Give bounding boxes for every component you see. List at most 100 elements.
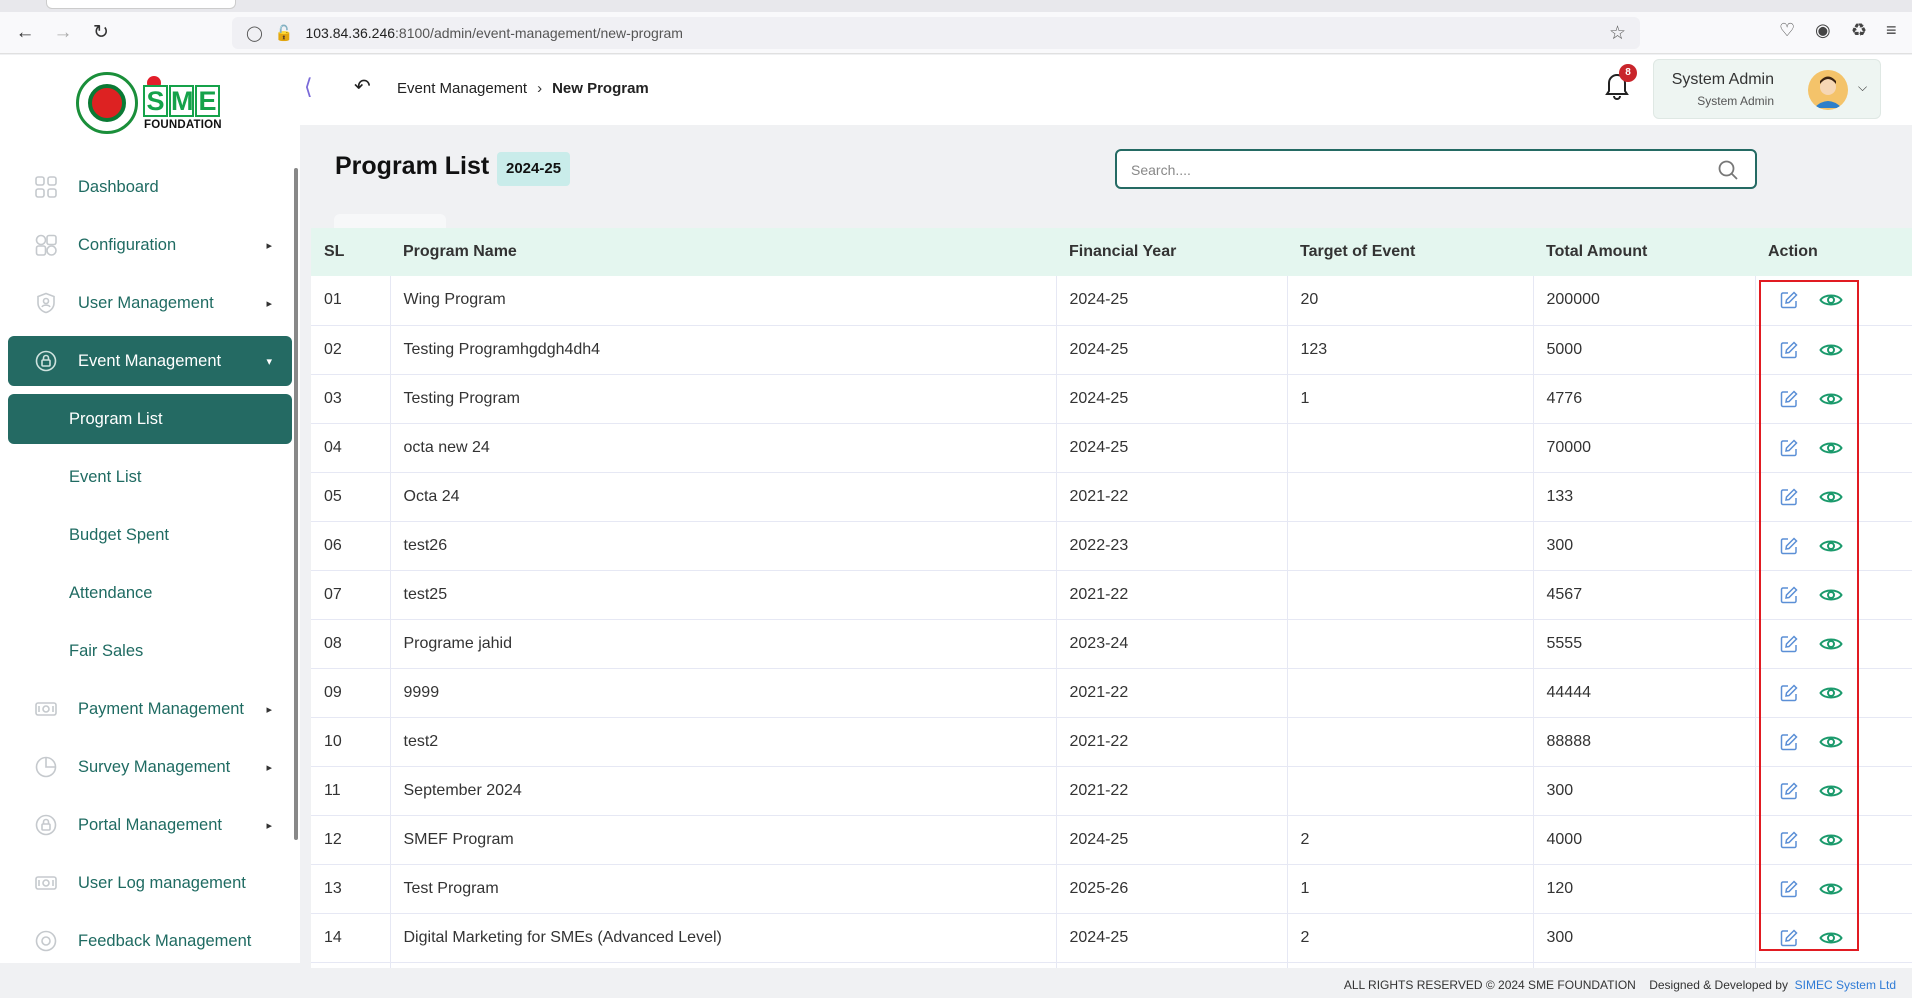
- edit-icon[interactable]: [1777, 436, 1801, 460]
- sidebar-item-feedback-management[interactable]: Feedback Management: [8, 916, 292, 966]
- bookmark-star-icon[interactable]: ☆: [1609, 22, 1626, 45]
- account-icon[interactable]: ◉: [1815, 20, 1831, 41]
- view-eye-icon[interactable]: [1818, 926, 1843, 950]
- reload-icon[interactable]: ↻: [82, 14, 120, 52]
- view-eye-icon[interactable]: [1818, 436, 1843, 460]
- table-row: 08 Programe jahid 2023-24 5555: [311, 619, 1912, 668]
- footer-rights: ALL RIGHTS RESERVED © 2024 SME FOUNDATIO…: [1343, 978, 1636, 992]
- collapse-sidebar-chevron-icon[interactable]: ⟨: [304, 74, 313, 100]
- cell-total-amount: 200000: [1533, 276, 1756, 325]
- search-input[interactable]: [1131, 159, 1691, 181]
- menu-icon[interactable]: ≡: [1886, 20, 1897, 41]
- edit-icon[interactable]: [1777, 681, 1801, 705]
- pocket-icon[interactable]: ♡: [1779, 20, 1795, 41]
- sidebar-subitem-label: Event List: [69, 467, 142, 486]
- extensions-icon[interactable]: ♻: [1851, 20, 1867, 41]
- view-eye-icon[interactable]: [1818, 730, 1843, 754]
- back-arrow-icon[interactable]: ←: [6, 14, 44, 52]
- cell-total-amount: 88888: [1533, 717, 1756, 766]
- footer-company-link[interactable]: SIMEC System Ltd: [1795, 978, 1896, 992]
- sidebar-item-label: Configuration: [78, 235, 177, 254]
- view-eye-icon[interactable]: [1818, 485, 1843, 509]
- cell-financial-year: 2024-25: [1056, 913, 1288, 962]
- edit-icon[interactable]: [1777, 583, 1801, 607]
- edit-icon[interactable]: [1777, 877, 1801, 901]
- feedback-icon: [34, 929, 58, 953]
- sidebar-item-label: User Log management: [78, 873, 246, 892]
- search-icon[interactable]: [1717, 159, 1739, 181]
- edit-icon[interactable]: [1777, 828, 1801, 852]
- edit-icon[interactable]: [1777, 730, 1801, 754]
- sidebar-scrollbar[interactable]: [294, 168, 298, 840]
- table-row: 01 Wing Program 2024-25 20 200000: [311, 276, 1912, 325]
- column-header-total-amount: Total Amount: [1546, 243, 1648, 260]
- chevron-right-icon: ▸: [266, 761, 272, 774]
- cell-sl: 14: [311, 913, 391, 962]
- shield-user-icon: [34, 291, 58, 315]
- cell-sl: 07: [311, 570, 391, 619]
- undo-back-icon[interactable]: ↶: [354, 74, 371, 99]
- user-menu[interactable]: System Admin System Admin ⌵: [1653, 59, 1881, 119]
- sidebar-item-portal-management[interactable]: Portal Management ▸: [8, 800, 292, 850]
- config-icon: [34, 233, 58, 257]
- cell-program-name: [390, 962, 1057, 968]
- edit-icon[interactable]: [1777, 338, 1801, 362]
- table-row: 13 Test Program 2025-26 1 120: [311, 864, 1912, 913]
- browser-toolbar: ← → ↻ ◯ 🔓 103.84.36.246:8100/admin/event…: [0, 12, 1912, 54]
- cell-financial-year: 2023-24: [1056, 619, 1288, 668]
- forward-arrow-icon[interactable]: →: [44, 14, 82, 52]
- view-eye-icon[interactable]: [1818, 387, 1843, 411]
- sidebar-subitem-program-list[interactable]: Program List: [8, 394, 292, 444]
- table-row: 07 test25 2021-22 4567: [311, 570, 1912, 619]
- edit-icon[interactable]: [1777, 779, 1801, 803]
- sidebar-item-dashboard[interactable]: Dashboard: [8, 162, 292, 212]
- sidebar-subitem-attendance[interactable]: Attendance: [8, 568, 292, 618]
- sidebar-item-event-management[interactable]: Event Management ▾: [8, 336, 292, 386]
- view-eye-icon[interactable]: [1818, 828, 1843, 852]
- lock-icon: [34, 813, 58, 837]
- sidebar-item-user-management[interactable]: User Management ▸: [8, 278, 292, 328]
- cell-action: [1755, 717, 1912, 766]
- cell-action: [1755, 766, 1912, 815]
- view-eye-icon[interactable]: [1818, 338, 1843, 362]
- address-bar[interactable]: ◯ 🔓 103.84.36.246:8100/admin/event-manag…: [232, 17, 1640, 49]
- cell-financial-year: 2022-23: [1056, 521, 1288, 570]
- sidebar-item-user-log-management[interactable]: User Log management: [8, 858, 292, 908]
- sidebar-subitem-event-list[interactable]: Event List: [8, 452, 292, 502]
- cell-sl: 04: [311, 423, 391, 472]
- column-header-financial-year: Financial Year: [1069, 243, 1177, 260]
- cell-action: [1755, 815, 1912, 864]
- url-path: :8100/admin/event-management/new-program: [395, 25, 683, 41]
- sidebar-item-configuration[interactable]: Configuration ▸: [8, 220, 292, 270]
- view-eye-icon[interactable]: [1818, 288, 1843, 312]
- sidebar-item-survey-management[interactable]: Survey Management ▸: [8, 742, 292, 792]
- edit-icon[interactable]: [1777, 632, 1801, 656]
- view-eye-icon[interactable]: [1818, 877, 1843, 901]
- breadcrumb-item[interactable]: Event Management: [397, 80, 527, 97]
- edit-icon[interactable]: [1777, 485, 1801, 509]
- edit-icon[interactable]: [1777, 288, 1801, 312]
- edit-icon[interactable]: [1777, 387, 1801, 411]
- cell-total-amount: 4567: [1533, 570, 1756, 619]
- sidebar-subitem-budget-spent[interactable]: Budget Spent: [8, 510, 292, 560]
- money-icon: [34, 697, 58, 721]
- cell-sl: 05: [311, 472, 391, 521]
- browser-tab[interactable]: [46, 0, 236, 9]
- cell-financial-year: 2024-25: [1056, 815, 1288, 864]
- view-eye-icon[interactable]: [1818, 632, 1843, 656]
- cell-total-amount: 4000: [1533, 815, 1756, 864]
- edit-icon[interactable]: [1777, 926, 1801, 950]
- cell-total-amount: 300: [1533, 913, 1756, 962]
- view-eye-icon[interactable]: [1818, 534, 1843, 558]
- cell-program-name: octa new 24: [390, 423, 1057, 472]
- sidebar-item-label: Survey Management: [78, 757, 231, 776]
- cell-financial-year: 2021-22: [1056, 717, 1288, 766]
- sidebar-item-label: Event Management: [78, 351, 222, 370]
- sidebar-item-payment-management[interactable]: Payment Management ▸: [8, 684, 292, 734]
- view-eye-icon[interactable]: [1818, 681, 1843, 705]
- sidebar-subitem-fair-sales[interactable]: Fair Sales: [8, 626, 292, 676]
- shield-icon: ◯: [246, 25, 263, 42]
- edit-icon[interactable]: [1777, 534, 1801, 558]
- view-eye-icon[interactable]: [1818, 583, 1843, 607]
- view-eye-icon[interactable]: [1818, 779, 1843, 803]
